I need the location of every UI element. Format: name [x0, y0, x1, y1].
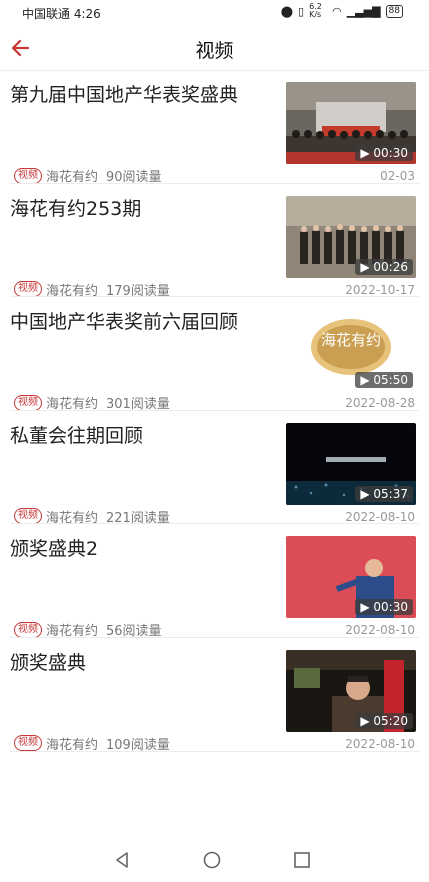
publish-date: 02-03: [380, 169, 415, 183]
video-tag: 视频: [14, 281, 42, 298]
system-nav-bar: [0, 840, 429, 882]
video-tag: 视频: [14, 167, 42, 184]
video-tag: 视频: [14, 394, 42, 411]
list-item[interactable]: 中国地产华表奖前六届回顾 海花有约 ▶ 05:50 视频 海花有约 301阅读量…: [0, 297, 429, 412]
list-item[interactable]: 颁奖盛典 ▶ 05:20 视频 海花有约 109阅读量 2022-08-10: [0, 638, 429, 753]
video-list: 第九届中国地产华表奖盛典 ▶ 00:30 视频 海花有约 90阅读量 02-03: [0, 70, 429, 753]
video-tag: 视频: [14, 508, 42, 525]
duration-text: 00:30: [373, 600, 408, 615]
signal-icon: ▁▃▅▇: [346, 4, 381, 18]
video-title[interactable]: 海花有约253期: [10, 196, 270, 222]
carrier-time: 中国联通 4:26: [22, 7, 101, 21]
publish-date: 2022-08-28: [345, 396, 415, 411]
duration-badge: ▶ 00:30: [355, 599, 413, 616]
video-thumbnail[interactable]: ▶ 05:20: [286, 649, 416, 732]
list-item[interactable]: 颁奖盛典2 ▶ 00:30 视频 海花有约 56阅读量 2022-08-10: [0, 524, 429, 639]
home-circle-icon[interactable]: [202, 850, 222, 870]
publish-date: 2022-08-10: [345, 623, 415, 638]
list-item[interactable]: 私董会往期回顾 ▶ 05:37 视频 海花有约 221阅读量 2022-08-1…: [0, 411, 429, 526]
duration-text: 05:37: [373, 486, 408, 501]
back-triangle-icon[interactable]: [112, 850, 132, 870]
video-thumbnail[interactable]: ▶ 00:30: [286, 536, 416, 619]
divider: [10, 750, 419, 752]
duration-text: 00:30: [373, 146, 408, 160]
video-title[interactable]: 私董会往期回顾: [10, 423, 270, 449]
video-title[interactable]: 中国地产华表奖前六届回顾: [10, 309, 270, 335]
wifi-icon: ◠: [332, 4, 342, 18]
publish-date: 2022-10-17: [345, 282, 415, 297]
video-thumbnail[interactable]: ▶ 05:37: [286, 422, 416, 505]
status-icons: ⬤ ▯ 6.2 K/s ◠ ▁▃▅▇ 88: [281, 3, 403, 19]
video-thumbnail[interactable]: 海花有约 ▶ 05:50: [286, 309, 416, 392]
recents-square-icon[interactable]: [292, 850, 312, 870]
list-item[interactable]: 海花有约253期 ▶ 00:26 视频 海花有约 179阅读量 2022-10-…: [0, 184, 429, 299]
location-icon: ⬤: [280, 4, 294, 18]
duration-badge: ▶ 05:37: [355, 485, 413, 502]
logo-text: 海花有约: [321, 331, 381, 349]
duration-text: 05:20: [373, 713, 408, 728]
duration-text: 00:26: [373, 259, 408, 274]
video-tag: 视频: [14, 621, 42, 638]
battery-icon: 88: [385, 4, 403, 18]
video-title[interactable]: 第九届中国地产华表奖盛典: [10, 82, 270, 108]
duration-badge: ▶ 05:50: [355, 372, 413, 389]
duration-badge: ▶ 05:20: [355, 712, 413, 729]
duration-badge: ▶ 00:30: [355, 145, 413, 161]
publish-date: 2022-08-10: [345, 736, 415, 751]
publish-date: 2022-08-10: [345, 509, 415, 524]
status-bar: 中国联通 4:26 ⬤ ▯ 6.2 K/s ◠ ▁▃▅▇ 88: [0, 0, 429, 26]
vibrate-icon: ▯: [298, 4, 305, 18]
video-tag: 视频: [14, 735, 42, 752]
list-item[interactable]: 第九届中国地产华表奖盛典 ▶ 00:30 视频 海花有约 90阅读量 02-03: [0, 70, 429, 185]
app-header: 视频: [0, 26, 429, 71]
duration-text: 05:50: [373, 373, 408, 388]
video-title[interactable]: 颁奖盛典2: [10, 536, 270, 562]
video-thumbnail[interactable]: ▶ 00:26: [286, 195, 416, 278]
page-title: 视频: [195, 40, 234, 62]
video-title[interactable]: 颁奖盛典: [10, 650, 270, 676]
duration-badge: ▶ 00:26: [355, 258, 413, 275]
net-speed: 6.2 K/s: [309, 2, 322, 19]
video-thumbnail[interactable]: ▶ 00:30: [286, 82, 416, 164]
